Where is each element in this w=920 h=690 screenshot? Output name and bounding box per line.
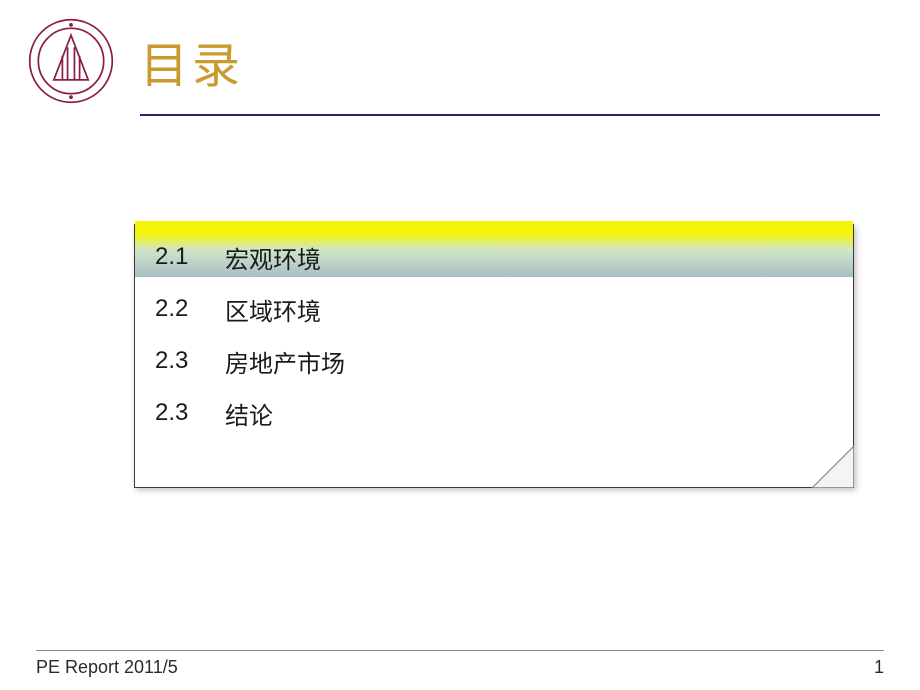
- toc-items: 2.1 宏观环境 2.2 区域环境 2.3 房地产市场 2.3 结论: [155, 231, 833, 439]
- page-title: 目录: [140, 26, 880, 96]
- toc-num: 2.1: [155, 243, 225, 271]
- toc-row: 2.3 结论: [155, 387, 833, 439]
- footer: PE Report 2011/5 1: [36, 650, 884, 678]
- toc-box: 2.1 宏观环境 2.2 区域环境 2.3 房地产市场 2.3 结论: [134, 224, 854, 488]
- toc-num: 2.3: [155, 347, 225, 375]
- toc-num: 2.3: [155, 399, 225, 427]
- page-number: 1: [874, 657, 884, 678]
- toc-label: 结论: [225, 396, 833, 431]
- footer-line: PE Report 2011/5 1: [36, 657, 884, 678]
- title-rule: [140, 114, 880, 116]
- footer-left: PE Report 2011/5: [36, 657, 178, 678]
- toc-label: 区域环境: [225, 292, 833, 327]
- org-logo: [28, 18, 114, 104]
- title-area: 目录: [140, 26, 880, 116]
- toc-label: 房地产市场: [225, 344, 833, 379]
- toc-num: 2.2: [155, 295, 225, 323]
- toc-row: 2.2 区域环境: [155, 283, 833, 335]
- footer-rule: [36, 650, 884, 651]
- toc-label: 宏观环境: [225, 240, 833, 275]
- page-fold-icon: [812, 446, 854, 488]
- toc-row: 2.1 宏观环境: [155, 231, 833, 283]
- toc-row: 2.3 房地产市场: [155, 335, 833, 387]
